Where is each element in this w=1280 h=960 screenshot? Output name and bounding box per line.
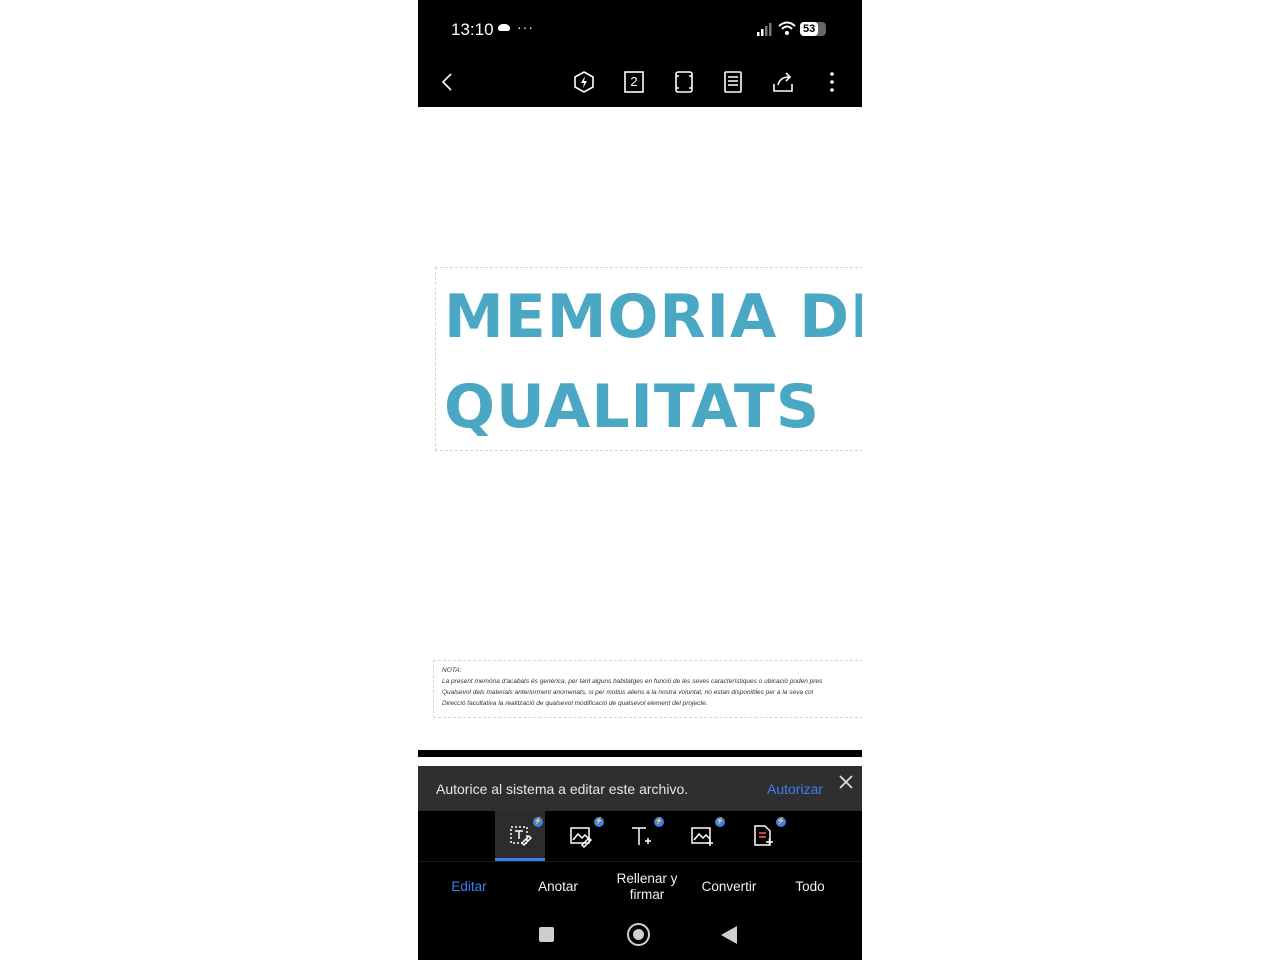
edit-image-tool[interactable]: ⚡ bbox=[556, 811, 606, 861]
status-time: 13:10 bbox=[451, 20, 494, 39]
wifi-icon bbox=[778, 21, 796, 35]
add-page-icon bbox=[754, 825, 773, 846]
note-label: NOTA: bbox=[442, 667, 462, 674]
more-vertical-icon bbox=[830, 72, 834, 92]
premium-badge-icon: ⚡ bbox=[594, 817, 604, 827]
add-text-icon bbox=[632, 827, 651, 845]
tab-anotar[interactable]: Anotar bbox=[518, 862, 598, 912]
ai-tools-button[interactable] bbox=[568, 66, 600, 98]
tab-convertir[interactable]: Convertir bbox=[689, 862, 769, 912]
close-icon bbox=[839, 775, 853, 789]
add-image-tool[interactable]: ⚡ bbox=[677, 811, 727, 861]
back-button[interactable] bbox=[432, 66, 464, 98]
document-title-line1: MEMORIA DE bbox=[444, 282, 862, 352]
edit-image-icon bbox=[570, 827, 593, 848]
document-title-line2: QUALITATS bbox=[444, 372, 821, 442]
system-nav-bar bbox=[418, 912, 862, 960]
system-back-button[interactable] bbox=[721, 926, 737, 944]
premium-badge-icon: ⚡ bbox=[533, 817, 543, 827]
add-text-tool[interactable]: ⚡ bbox=[616, 811, 666, 861]
add-page-tool[interactable]: ⚡ bbox=[738, 811, 788, 861]
page-separator bbox=[418, 750, 862, 757]
note-line: Qualsevol dels materials anteriorment an… bbox=[442, 689, 814, 696]
pdf-page[interactable]: MEMORIA DE QUALITATS NOTA: La present me… bbox=[418, 107, 862, 750]
signal-icon bbox=[757, 23, 772, 36]
top-toolbar: 2 bbox=[418, 58, 862, 107]
note-text-block[interactable]: NOTA: La present memòria d'acabats és ge… bbox=[433, 660, 862, 718]
banner-message: Autorice al sistema a editar este archiv… bbox=[436, 781, 689, 797]
premium-badge-icon: ⚡ bbox=[654, 817, 664, 827]
single-page-icon bbox=[675, 71, 693, 93]
battery-level: 53 bbox=[803, 23, 816, 35]
edit-text-tool[interactable]: ⚡ bbox=[495, 811, 545, 861]
permission-banner: Autorice al sistema a editar este archiv… bbox=[418, 766, 862, 811]
close-banner-button[interactable] bbox=[837, 773, 855, 791]
home-button[interactable] bbox=[627, 923, 650, 946]
note-line: Direcció facultativa la realització de q… bbox=[442, 700, 708, 707]
more-options-button[interactable] bbox=[816, 66, 848, 98]
cloud-icon bbox=[498, 24, 510, 31]
status-bar: 13:10 ··· 53 bbox=[418, 0, 862, 58]
page-number-button[interactable]: 2 bbox=[618, 66, 650, 98]
title-text-block[interactable]: MEMORIA DE QUALITATS bbox=[435, 267, 862, 451]
premium-badge-icon: ⚡ bbox=[715, 817, 725, 827]
document-list-icon bbox=[724, 71, 742, 93]
bottom-tabs: Editar Anotar Rellenar y firmar Converti… bbox=[418, 862, 862, 912]
scroll-mode-button[interactable] bbox=[717, 66, 749, 98]
battery-icon: 53 bbox=[800, 22, 826, 36]
add-image-icon bbox=[691, 827, 713, 846]
more-notifications: ··· bbox=[517, 19, 534, 35]
share-icon bbox=[773, 72, 793, 92]
edit-tools-row: ⚡ ⚡ ⚡ ⚡ ⚡ bbox=[418, 811, 862, 861]
chevron-left-icon bbox=[441, 73, 452, 91]
page-view-button[interactable] bbox=[668, 66, 700, 98]
recent-apps-button[interactable] bbox=[539, 927, 554, 942]
authorize-button[interactable]: Autorizar bbox=[767, 781, 823, 797]
edit-text-icon bbox=[510, 825, 532, 846]
page-number: 2 bbox=[630, 74, 638, 89]
tab-todo[interactable]: Todo bbox=[770, 862, 850, 912]
note-line: La present memòria d'acabats és genèrica… bbox=[442, 678, 823, 685]
tab-rellenar-y-firmar[interactable]: Rellenar y firmar bbox=[607, 862, 687, 912]
tab-editar[interactable]: Editar bbox=[430, 862, 508, 912]
phone-screen: 13:10 ··· 53 2 MEMORIA DE QUALITATS NOTA… bbox=[418, 0, 862, 960]
hexagon-bolt-icon bbox=[574, 71, 594, 93]
share-button[interactable] bbox=[767, 66, 799, 98]
premium-badge-icon: ⚡ bbox=[776, 817, 786, 827]
